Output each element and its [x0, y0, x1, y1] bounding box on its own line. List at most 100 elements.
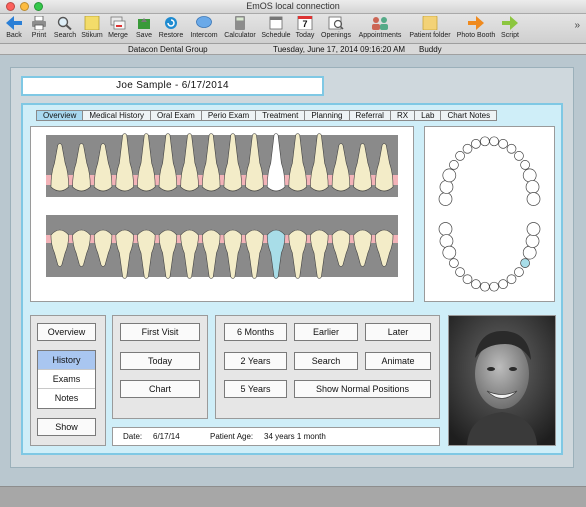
toolbar-intercom-label: Intercom	[190, 32, 218, 39]
teeth-diagram	[46, 133, 398, 279]
lower-arch-tooth[interactable]	[525, 234, 540, 248]
upper-arch-tooth[interactable]	[471, 138, 481, 149]
segment-notes[interactable]: Notes	[38, 389, 95, 408]
toolbar-patient-folder-label: Patient folder	[409, 32, 451, 39]
animate-button[interactable]: Animate	[365, 352, 431, 370]
toolbar-restore-label: Restore	[158, 32, 184, 39]
lower-arch-tooth[interactable]	[480, 281, 490, 292]
segment-exams[interactable]: Exams	[38, 370, 95, 389]
upper-arch-tooth[interactable]	[442, 168, 457, 183]
upper-arch-tooth[interactable]	[498, 138, 508, 149]
lower-arch-tooth[interactable]	[449, 258, 459, 268]
patient-age-label: Patient Age:	[210, 432, 254, 441]
upper-arch-tooth[interactable]	[506, 143, 517, 154]
lower-arch-tooth[interactable]	[514, 267, 524, 277]
date-value: 6/17/14	[153, 432, 180, 441]
people-icon	[371, 15, 389, 31]
show-normal-positions-button[interactable]: Show Normal Positions	[294, 380, 431, 398]
tab-oral-exam[interactable]: Oral Exam	[151, 110, 202, 121]
tab-medical-history[interactable]: Medical History	[83, 110, 152, 121]
upper-arch-tooth[interactable]	[462, 143, 473, 154]
upper-arch-tooth[interactable]	[514, 151, 524, 161]
two-years-button[interactable]: 2 Years	[224, 352, 287, 370]
tab-bar: Overview Medical History Oral Exam Perio…	[36, 110, 498, 121]
toolbar-patient-folder-button[interactable]: Patient folder	[409, 15, 451, 39]
toolbar-overflow-icon[interactable]: »	[574, 20, 580, 31]
title-bar: EmOS local connection	[0, 0, 586, 14]
patient-photo[interactable]	[448, 315, 556, 446]
search-button[interactable]: Search	[294, 352, 358, 370]
lower-arch-tooth[interactable]	[520, 258, 530, 268]
upper-arch-tooth[interactable]	[439, 180, 454, 194]
calculator-icon	[231, 15, 249, 31]
current-datetime: Tuesday, June 17, 2014 09:16:20 AM	[273, 45, 406, 54]
upper-arch-tooth[interactable]	[526, 192, 541, 206]
lower-arch-tooth[interactable]	[489, 281, 499, 292]
show-button[interactable]: Show	[37, 418, 96, 436]
toolbar-openings-button[interactable]: Openings	[316, 15, 356, 39]
upper-arch-tooth[interactable]	[480, 136, 490, 147]
toolbar-appointments-label: Appointments	[358, 32, 402, 39]
segment-history[interactable]: History	[38, 351, 95, 370]
lower-arch-tooth[interactable]	[506, 274, 517, 285]
overview-button[interactable]: Overview	[37, 323, 96, 341]
tab-planning[interactable]: Planning	[305, 110, 350, 121]
toolbar-script-button[interactable]: Script	[490, 15, 530, 39]
lower-arch-tooth[interactable]	[471, 279, 481, 290]
upper-arch-tooth[interactable]	[455, 151, 465, 161]
lower-arch-tooth[interactable]	[439, 234, 454, 248]
tab-overview[interactable]: Overview	[36, 110, 84, 121]
restore-icon	[162, 15, 180, 31]
lower-arch-tooth[interactable]	[455, 267, 465, 277]
practice-name: Datacon Dental Group	[128, 45, 208, 54]
toolbar-script-label: Script	[501, 32, 519, 39]
lower-arch-tooth[interactable]	[462, 274, 473, 285]
toolbar-calculator-button[interactable]: Calculator	[220, 15, 260, 39]
lower-arch-tooth[interactable]	[442, 245, 457, 260]
toolbar-openings-label: Openings	[321, 32, 351, 39]
status-line: Datacon Dental Group Tuesday, June 17, 2…	[0, 44, 586, 55]
earlier-button[interactable]: Earlier	[294, 323, 358, 341]
upper-arch-tooth[interactable]	[489, 136, 499, 147]
patient-age-value: 34 years 1 month	[264, 432, 326, 441]
current-user: Buddy	[419, 45, 442, 54]
lower-arch-tooth[interactable]	[438, 222, 453, 236]
upper-arch-tooth[interactable]	[449, 160, 459, 170]
tab-perio-exam[interactable]: Perio Exam	[201, 110, 257, 121]
photo-booth-arrow-icon	[467, 15, 485, 31]
openings-icon	[327, 15, 345, 31]
date-label: Date:	[123, 432, 143, 441]
later-button[interactable]: Later	[365, 323, 431, 341]
info-bar: Date: 6/17/14 Patient Age: 34 years 1 mo…	[112, 427, 440, 446]
arch-diagram	[438, 136, 541, 292]
lower-arch-tooth[interactable]	[498, 279, 508, 290]
speech-bubble-icon	[195, 15, 213, 31]
toolbar-calculator-label: Calculator	[224, 32, 256, 39]
chart-button[interactable]: Chart	[120, 380, 200, 398]
today-button[interactable]: Today	[120, 352, 200, 370]
patient-portrait	[449, 316, 555, 445]
toolbar: Back Print Search Stikum Merge Save Rest…	[0, 14, 586, 44]
lower-arch-tooth[interactable]	[526, 222, 541, 236]
upper-arch-tooth[interactable]	[520, 160, 530, 170]
folder-icon	[421, 15, 439, 31]
tab-lab[interactable]: Lab	[415, 110, 442, 121]
occlusal-view[interactable]	[424, 126, 555, 302]
tab-rx[interactable]: RX	[390, 110, 416, 121]
lower-arch-tooth[interactable]	[522, 245, 537, 260]
upper-arch-tooth[interactable]	[522, 168, 537, 183]
six-months-button[interactable]: 6 Months	[224, 323, 287, 341]
window-title: EmOS local connection	[246, 1, 340, 11]
upper-arch-tooth[interactable]	[438, 192, 453, 206]
tab-chart-notes[interactable]: Chart Notes	[441, 110, 498, 121]
tab-treatment[interactable]: Treatment	[256, 110, 306, 121]
tab-referral[interactable]: Referral	[349, 110, 391, 121]
toolbar-save-label: Save	[136, 32, 152, 39]
calendar-day-text: 7	[302, 19, 308, 29]
first-visit-button[interactable]: First Visit	[120, 323, 200, 341]
dental-chart[interactable]	[30, 126, 414, 302]
upper-arch-tooth[interactable]	[525, 180, 540, 194]
toolbar-intercom-button[interactable]: Intercom	[184, 15, 224, 39]
five-years-button[interactable]: 5 Years	[224, 380, 287, 398]
toolbar-appointments-button[interactable]: Appointments	[358, 15, 402, 39]
